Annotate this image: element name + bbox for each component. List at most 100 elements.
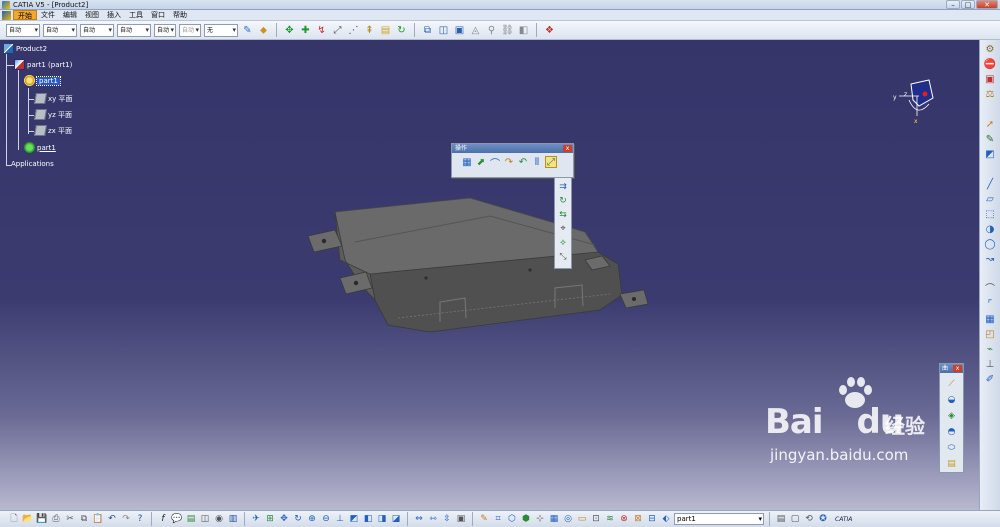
tree-node-yz-plane[interactable]: yz 平面: [34, 109, 72, 120]
render-style-icon[interactable]: ◧: [362, 513, 374, 525]
mini-toolbar-close-button[interactable]: x: [953, 365, 962, 372]
thickness-icon[interactable]: ↷: [503, 156, 515, 168]
tools-icon[interactable]: ⚙: [984, 44, 997, 56]
pad-icon[interactable]: ▭: [576, 513, 588, 525]
print-icon[interactable]: ⎙: [50, 513, 62, 525]
fillet-icon[interactable]: ▦: [461, 156, 473, 168]
comment-icon[interactable]: 💬: [171, 513, 183, 525]
swap-space-icon[interactable]: ◪: [390, 513, 402, 525]
select-tag-icon[interactable]: ⬖: [660, 513, 672, 525]
geometric-set-icon[interactable]: ⬡: [506, 513, 518, 525]
save-icon[interactable]: 💾: [36, 513, 48, 525]
stiffener-icon[interactable]: ⊠: [632, 513, 644, 525]
knowledge-icon[interactable]: ▤: [185, 513, 197, 525]
assistant-icon[interactable]: ✪: [817, 513, 829, 525]
menu-insert[interactable]: 插入: [103, 10, 125, 20]
paint-brush-icon[interactable]: ✎: [241, 24, 254, 37]
sensor-icon[interactable]: ◉: [213, 513, 225, 525]
move-icon[interactable]: ✚: [299, 24, 312, 37]
rendering-style-combo[interactable]: 无: [204, 23, 238, 37]
iso-view-icon[interactable]: ◩: [348, 513, 360, 525]
fly-mode-icon[interactable]: ✈: [250, 513, 262, 525]
tree-node-xy-plane[interactable]: xy 平面: [34, 93, 73, 104]
plane-icon[interactable]: ⏥: [984, 194, 997, 206]
hide-show-icon[interactable]: ◨: [376, 513, 388, 525]
extrude-icon[interactable]: ⬚: [984, 209, 997, 221]
curve-icon[interactable]: ⌒: [984, 284, 997, 296]
sphere-icon[interactable]: ◯: [984, 239, 997, 251]
tree-node-product2[interactable]: Product2: [3, 43, 47, 54]
constraint-contact-icon[interactable]: ◫: [437, 24, 450, 37]
formula-icon[interactable]: f: [157, 513, 169, 525]
screenshot-icon[interactable]: ▣: [455, 513, 467, 525]
layer-combo-disabled[interactable]: 自动: [179, 23, 201, 37]
new-file-icon[interactable]: 🗋: [8, 513, 20, 525]
constraint-offset-icon[interactable]: ▣: [453, 24, 466, 37]
multi-section-icon[interactable]: ⊟: [646, 513, 658, 525]
rotate-view-icon[interactable]: ↻: [292, 513, 304, 525]
menu-window[interactable]: 窗口: [147, 10, 169, 20]
mini-toolbar-title[interactable]: 曲 x: [940, 364, 963, 373]
minimize-button[interactable]: –: [946, 0, 960, 9]
analysis-icon[interactable]: ⌁: [984, 344, 997, 356]
explode-icon[interactable]: ⋰: [347, 24, 360, 37]
tree-label-xy-plane[interactable]: xy 平面: [48, 94, 73, 104]
tree-label-applications[interactable]: Applications: [11, 160, 54, 168]
fit-all-icon[interactable]: ⊞: [264, 513, 276, 525]
bill-of-material-icon[interactable]: ▤: [379, 24, 392, 37]
axis-to-axis-icon[interactable]: ⌖: [557, 223, 569, 235]
revolve-icon[interactable]: ◑: [984, 224, 997, 236]
frame-icon[interactable]: ▢: [789, 513, 801, 525]
line-icon[interactable]: ╱: [984, 179, 997, 191]
transform-icon[interactable]: ⤢: [545, 156, 557, 168]
pan-view-icon[interactable]: ✥: [278, 513, 290, 525]
tree-node-part[interactable]: part1: [24, 75, 61, 86]
tree-label-body[interactable]: part1: [37, 144, 56, 152]
paste-icon[interactable]: 📋: [92, 513, 104, 525]
normal-view-icon[interactable]: ⊥: [334, 513, 346, 525]
constraint-icon[interactable]: ⊥: [984, 359, 997, 371]
undo-icon[interactable]: ↶: [106, 513, 118, 525]
sketch-icon[interactable]: ✎: [984, 134, 997, 146]
catalog-browser-icon[interactable]: ❖: [543, 24, 556, 37]
wireframe-icon[interactable]: ⌗: [492, 513, 504, 525]
draft-icon[interactable]: ⬈: [475, 156, 487, 168]
update-icon[interactable]: ↻: [395, 24, 408, 37]
remove-face-icon[interactable]: ⫴: [531, 156, 543, 168]
ops-toolbar-title[interactable]: 操作 x: [452, 144, 573, 153]
color-combo[interactable]: 自动: [6, 23, 40, 37]
measure-item-icon[interactable]: ⇿: [427, 513, 439, 525]
point-icon[interactable]: ◩: [984, 149, 997, 161]
scaling-icon[interactable]: ⤡: [557, 251, 569, 263]
slot-icon[interactable]: ⊗: [618, 513, 630, 525]
power-input-field[interactable]: part1: [674, 513, 764, 525]
open-file-icon[interactable]: 📂: [22, 513, 34, 525]
close-button[interactable]: ✕: [976, 0, 998, 9]
line-type-combo[interactable]: 自动: [117, 23, 151, 37]
annotation-icon[interactable]: ✐: [984, 374, 997, 386]
constraint-fix-icon[interactable]: ⚲: [485, 24, 498, 37]
constraint-fix-together-icon[interactable]: ⛓: [501, 24, 514, 37]
rotation-icon[interactable]: ↻: [557, 195, 569, 207]
thread-icon[interactable]: ↶: [517, 156, 529, 168]
stop-icon[interactable]: ⛔: [984, 59, 997, 71]
redo-icon[interactable]: ↷: [120, 513, 132, 525]
hole-icon[interactable]: ◎: [562, 513, 574, 525]
tree-label-part-instance[interactable]: part1 (part1): [27, 61, 72, 69]
catalog-icon[interactable]: ▥: [227, 513, 239, 525]
zoom-out-icon[interactable]: ⊖: [320, 513, 332, 525]
tree-node-zx-plane[interactable]: zx 平面: [34, 125, 72, 136]
tree-label-part-selected[interactable]: part1: [36, 75, 61, 86]
measure-between-icon[interactable]: ⇔: [413, 513, 425, 525]
cut-icon[interactable]: ✂: [64, 513, 76, 525]
select-arrow-icon[interactable]: ➚: [984, 119, 997, 131]
scan-icon[interactable]: ◫: [199, 513, 211, 525]
surface-icon[interactable]: ◰: [984, 329, 997, 341]
layout-icon[interactable]: ▤: [775, 513, 787, 525]
tree-label-zx-plane[interactable]: zx 平面: [48, 126, 72, 136]
symmetry-icon[interactable]: ⇆: [557, 209, 569, 221]
restore-button[interactable]: □: [961, 0, 975, 9]
snap-icon[interactable]: ↯: [315, 24, 328, 37]
menu-view[interactable]: 视图: [81, 10, 103, 20]
measure-icon[interactable]: ⚖: [984, 89, 997, 101]
